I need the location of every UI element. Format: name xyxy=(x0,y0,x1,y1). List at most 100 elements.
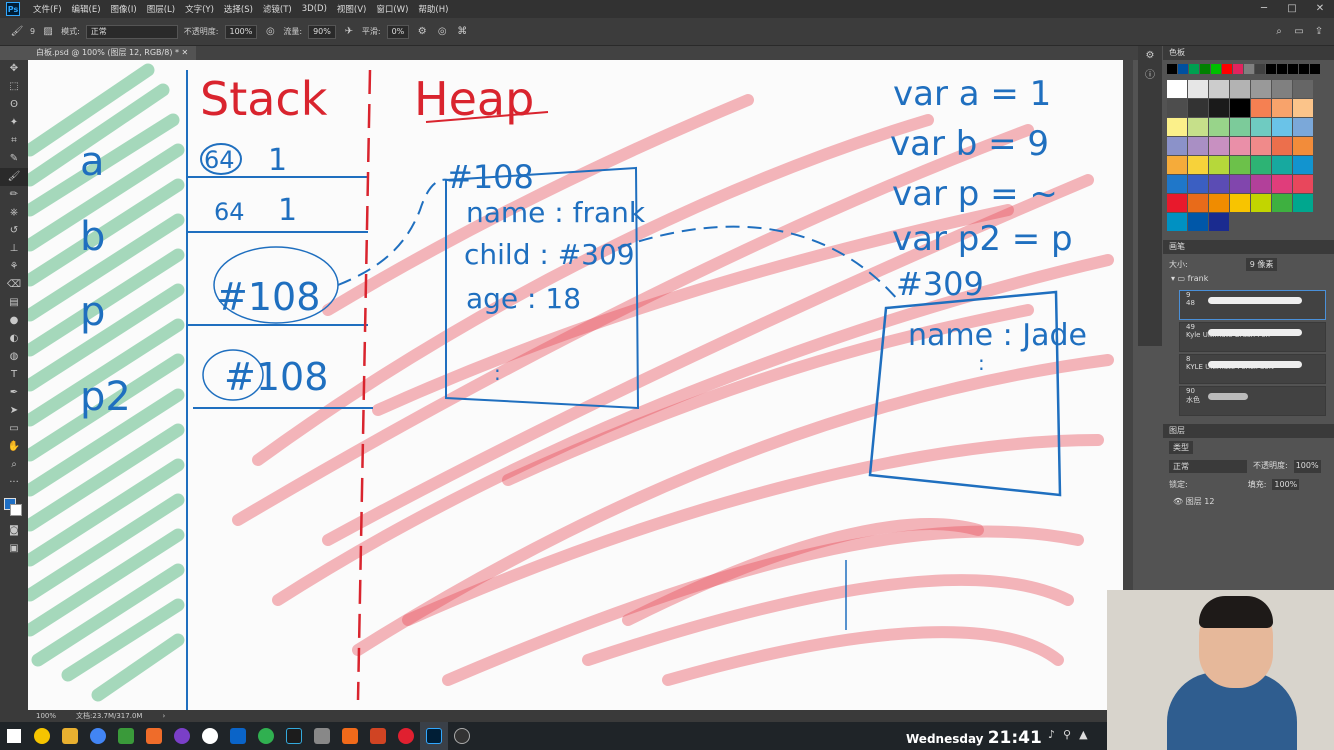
marquee-tool-icon[interactable]: ⬚ xyxy=(0,78,28,96)
pressure-size-icon[interactable]: ◎ xyxy=(435,25,449,39)
color-swatch[interactable] xyxy=(1244,64,1254,74)
fill-input[interactable]: 100% xyxy=(1272,479,1300,490)
color-swatch[interactable] xyxy=(1167,156,1187,174)
color-swatch[interactable] xyxy=(1188,213,1208,231)
color-swatch[interactable] xyxy=(1222,64,1232,74)
close-tab-icon[interactable]: ✕ xyxy=(182,48,189,57)
color-swatch[interactable] xyxy=(1293,194,1313,212)
brush-tool-icon[interactable]: 🖌 xyxy=(10,25,24,39)
green-app-icon[interactable] xyxy=(252,722,280,750)
color-picker[interactable] xyxy=(0,492,28,522)
document-canvas[interactable]: Stack Heap a b p p2 64 1 64 1 #108 #108 … xyxy=(28,60,1123,710)
menu-edit[interactable]: 编辑(E) xyxy=(67,3,106,15)
color-swatch[interactable] xyxy=(1188,80,1208,98)
color-swatch[interactable] xyxy=(1293,118,1313,136)
clone-stamp-tool-icon[interactable]: ⎈ xyxy=(0,204,28,222)
quick-mask-icon[interactable]: ◙ xyxy=(0,522,28,540)
share-icon[interactable]: ⇪ xyxy=(1312,25,1326,39)
netease-music-icon[interactable] xyxy=(392,722,420,750)
color-swatch[interactable] xyxy=(1230,80,1250,98)
properties-panel-icon[interactable]: ⚙ xyxy=(1138,46,1162,66)
color-swatch[interactable] xyxy=(1167,194,1187,212)
maximize-button[interactable]: □ xyxy=(1278,0,1306,18)
status-arrow-icon[interactable]: › xyxy=(162,712,165,720)
symmetry-icon[interactable]: ⌘ xyxy=(455,25,469,39)
menu-filter[interactable]: 滤镜(T) xyxy=(258,3,297,15)
color-swatch[interactable] xyxy=(1209,137,1229,155)
color-swatch[interactable] xyxy=(1188,99,1208,117)
color-swatch[interactable] xyxy=(1178,64,1188,74)
taskbar-app-icon[interactable] xyxy=(28,722,56,750)
layer-row[interactable]: 👁 图层 12 xyxy=(1163,493,1334,510)
screen-mode-icon[interactable]: ▣ xyxy=(0,540,28,558)
color-swatch[interactable] xyxy=(1167,64,1177,74)
zoom-level[interactable]: 100% xyxy=(36,712,56,720)
color-swatch[interactable] xyxy=(1293,137,1313,155)
color-swatch[interactable] xyxy=(1293,175,1313,193)
menu-view[interactable]: 视图(V) xyxy=(332,3,371,15)
stamp-tool-icon[interactable]: ⊥ xyxy=(0,240,28,258)
file-explorer-icon[interactable] xyxy=(56,722,84,750)
move-tool-icon[interactable]: ✥ xyxy=(0,60,28,78)
brush-item[interactable]: 8KYLE Ultimate Pencil Soft xyxy=(1179,354,1326,384)
powerpoint-icon[interactable] xyxy=(364,722,392,750)
color-swatch[interactable] xyxy=(1293,99,1313,117)
color-swatch[interactable] xyxy=(1230,99,1250,117)
layer-filter-select[interactable]: 类型 xyxy=(1169,441,1193,454)
color-swatch[interactable] xyxy=(1189,64,1199,74)
color-swatch[interactable] xyxy=(1209,118,1229,136)
menu-window[interactable]: 窗口(W) xyxy=(371,3,413,15)
recorder-icon[interactable] xyxy=(336,722,364,750)
brush-tool-icon[interactable]: 🖌 xyxy=(0,168,28,186)
flow-input[interactable]: 90% xyxy=(308,24,336,39)
color-swatch[interactable] xyxy=(1188,118,1208,136)
document-tab[interactable]: 白板.psd @ 100% (图层 12, RGB/8) * ✕ xyxy=(28,46,197,60)
color-swatch[interactable] xyxy=(1272,80,1292,98)
ifly-app-icon[interactable] xyxy=(196,722,224,750)
color-swatch[interactable] xyxy=(1167,175,1187,193)
color-swatch[interactable] xyxy=(1255,64,1265,74)
color-swatch[interactable] xyxy=(1230,175,1250,193)
tray-search-icon[interactable]: ⚲ xyxy=(1063,728,1071,741)
lasso-tool-icon[interactable]: ʘ xyxy=(0,96,28,114)
brush-group-frank[interactable]: ▾ ▭ frank xyxy=(1163,274,1334,288)
mode-select[interactable]: 正常 xyxy=(85,24,178,39)
color-swatch[interactable] xyxy=(1230,156,1250,174)
brush-size-input[interactable]: 9 像素 xyxy=(1245,257,1278,271)
color-swatch[interactable] xyxy=(1251,99,1271,117)
menu-layer[interactable]: 图层(L) xyxy=(142,3,180,15)
brush-size-value[interactable]: 9 xyxy=(30,27,35,36)
tray-app-icon[interactable]: ♪ xyxy=(1048,728,1055,741)
color-swatch[interactable] xyxy=(1211,64,1221,74)
workspace-icon[interactable]: ▭ xyxy=(1292,25,1306,39)
purple-app-icon[interactable] xyxy=(168,722,196,750)
pencil-tool-icon[interactable]: ✏ xyxy=(0,186,28,204)
color-swatch[interactable] xyxy=(1188,156,1208,174)
color-swatch[interactable] xyxy=(1167,118,1187,136)
chrome-icon[interactable] xyxy=(84,722,112,750)
brush-item[interactable]: 49Kyle Ultimate Brush Pen xyxy=(1179,322,1326,352)
color-swatch[interactable] xyxy=(1167,80,1187,98)
minimize-button[interactable]: ─ xyxy=(1250,0,1278,18)
color-swatch[interactable] xyxy=(1272,156,1292,174)
tray-alert-icon[interactable]: ▲ xyxy=(1079,728,1087,741)
color-swatch[interactable] xyxy=(1233,64,1243,74)
color-swatch[interactable] xyxy=(1188,137,1208,155)
blur-tool-icon[interactable]: ● xyxy=(0,312,28,330)
color-swatch[interactable] xyxy=(1293,80,1313,98)
color-swatch[interactable] xyxy=(1266,64,1276,74)
layer-blend-select[interactable]: 正常 xyxy=(1169,460,1247,473)
color-swatch[interactable] xyxy=(1272,118,1292,136)
swatches-panel-title[interactable]: 色板 xyxy=(1163,46,1334,60)
menu-file[interactable]: 文件(F) xyxy=(28,3,67,15)
calculator-icon[interactable] xyxy=(308,722,336,750)
crop-tool-icon[interactable]: ⌗ xyxy=(0,132,28,150)
zoom-tool-icon[interactable]: ⌕ xyxy=(0,456,28,474)
orange-app-icon[interactable] xyxy=(140,722,168,750)
color-swatch[interactable] xyxy=(1272,99,1292,117)
color-swatch[interactable] xyxy=(1230,137,1250,155)
menu-image[interactable]: 图像(I) xyxy=(106,3,142,15)
history-brush-tool-icon[interactable]: ↺ xyxy=(0,222,28,240)
path-selection-tool-icon[interactable]: ➤ xyxy=(0,402,28,420)
color-swatch[interactable] xyxy=(1209,213,1229,231)
